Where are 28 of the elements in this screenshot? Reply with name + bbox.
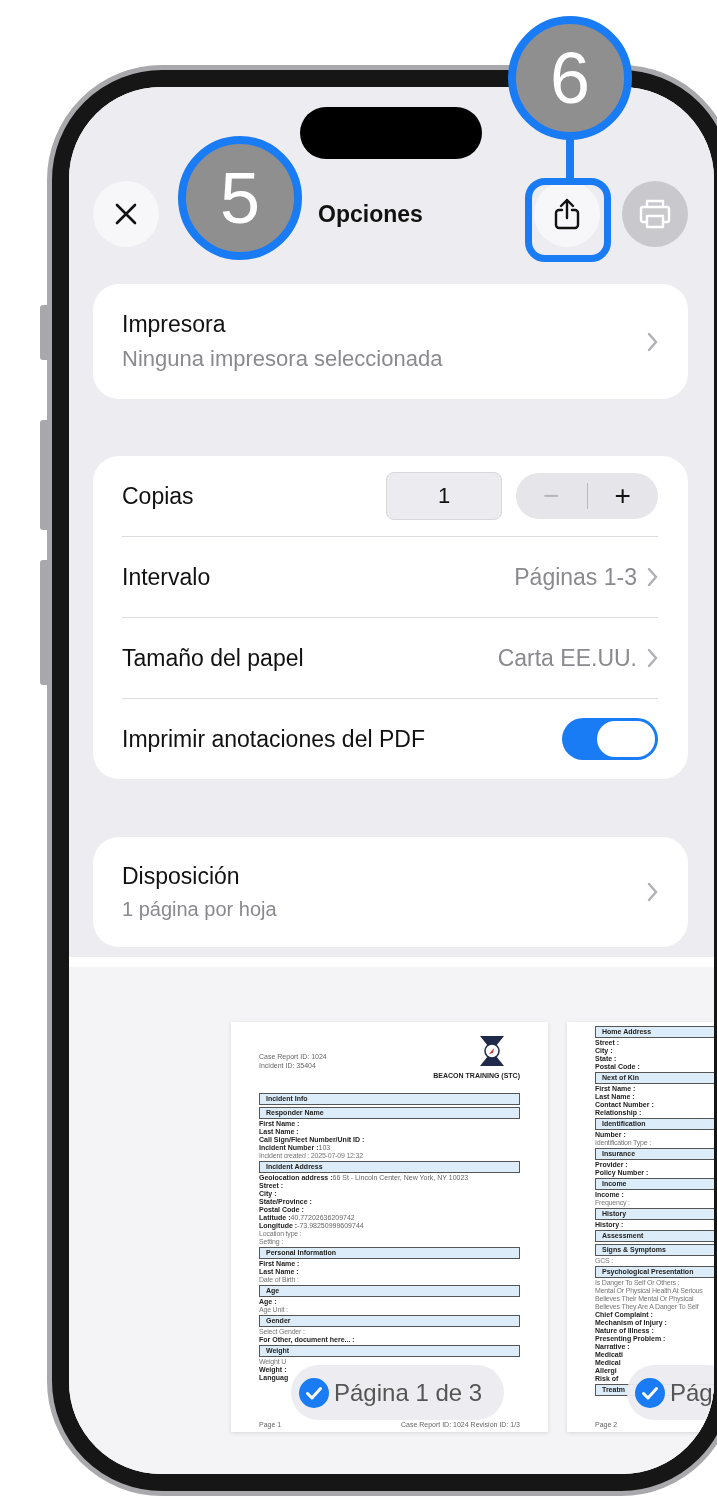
setting-label: Tamaño del papel — [122, 644, 305, 672]
chevron-icon — [647, 567, 658, 587]
row-label: Impresora — [122, 311, 227, 338]
row-label: Disposición — [122, 863, 241, 890]
page-preview[interactable] — [231, 1022, 548, 1432]
share-icon — [553, 197, 581, 231]
setting-label: Imprimir anotaciones del PDF — [122, 725, 426, 753]
printer-icon — [638, 198, 672, 230]
chevron-icon — [647, 648, 658, 668]
chevron-icon — [647, 882, 658, 902]
logo-icon — [478, 1034, 506, 1068]
row-value: Ninguna impresora seleccionada — [122, 346, 444, 372]
page-indicator-toast[interactable]: Pág — [627, 1365, 714, 1420]
close-icon — [114, 202, 138, 226]
row-value: 1 página por hoja — [122, 898, 278, 921]
setting-label: Copias — [122, 482, 195, 510]
chevron-icon — [647, 331, 658, 352]
setting-value[interactable]: Páginas 1-3 — [514, 563, 637, 591]
setting-value[interactable]: Carta EE.UU. — [497, 644, 637, 672]
layout-row[interactable]: Disposición 1 página por hoja — [93, 837, 688, 947]
page-indicator-toast[interactable]: Página 1 de 3 — [291, 1365, 505, 1420]
setting-label: Intervalo — [122, 563, 212, 591]
screen-title: Opciones — [317, 200, 424, 228]
printer-row[interactable]: Impresora Ninguna impresora seleccionada — [93, 284, 688, 399]
increment-button[interactable]: + — [587, 480, 658, 512]
copies-field[interactable]: 1 — [386, 472, 502, 520]
toggle-switch[interactable] — [562, 718, 658, 760]
callout-badge: 6 — [508, 16, 632, 140]
